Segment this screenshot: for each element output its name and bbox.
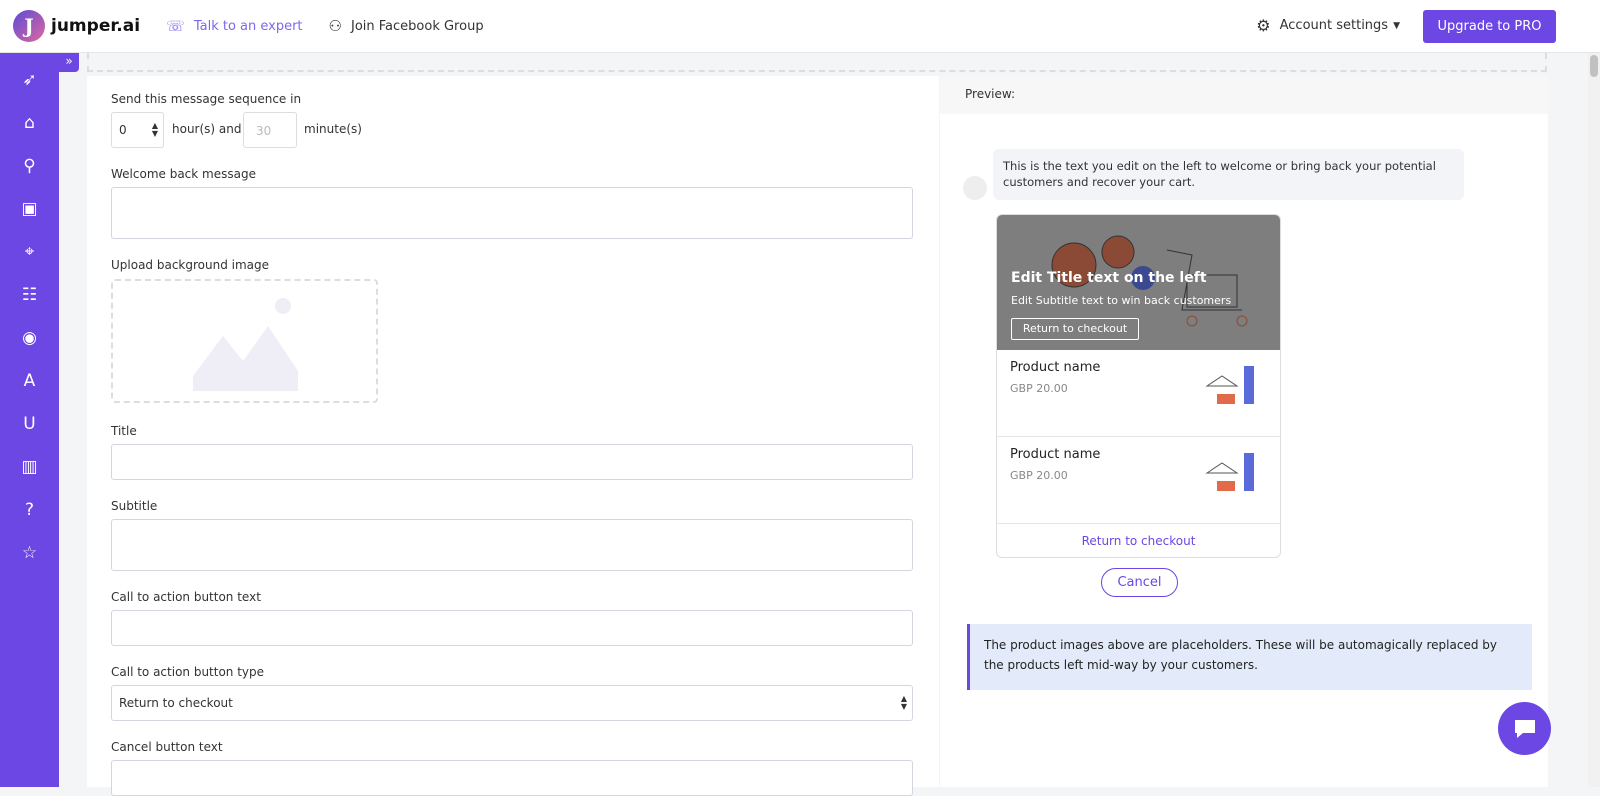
magnet-icon[interactable]: U	[0, 402, 59, 445]
subtitle-label: Subtitle	[111, 499, 158, 513]
account-settings-dropdown[interactable]: ⚙ Account settings ▼	[1256, 16, 1400, 35]
caret-down-icon: ▼	[1393, 20, 1400, 31]
minutes-suffix: minute(s)	[304, 122, 362, 136]
form-panel: Send this message sequence in 0 ▲ ▼ hour(s…	[87, 76, 939, 796]
chart-icon[interactable]: ▥	[0, 445, 59, 488]
top-bar: J jumper.ai ☏ Talk to an expert ⚇ Join Fac…	[0, 0, 1600, 53]
image-placeholder-icon	[193, 298, 298, 391]
welcome-message-input[interactable]	[111, 187, 913, 239]
star-icon[interactable]: ☆	[0, 531, 59, 574]
help-icon[interactable]: ?	[0, 488, 59, 531]
upload-image-dropzone[interactable]	[111, 279, 378, 403]
group-icon: ⚇	[328, 17, 342, 35]
preview-panel: Preview: This is the text you edit on th…	[940, 76, 1548, 787]
join-facebook-link[interactable]: ⚇ Join Facebook Group	[329, 17, 484, 35]
placeholder-note: The product images above are placeholder…	[967, 624, 1532, 690]
send-label: Send this message sequence in	[111, 92, 302, 106]
box-icon[interactable]: ▣	[0, 187, 59, 230]
logo[interactable]: J jumper.ai	[13, 10, 140, 42]
subtitle-input[interactable]	[111, 519, 913, 571]
upgrade-button[interactable]: Upgrade to PRO	[1423, 10, 1556, 43]
product-item: Product name GBP 20.00	[997, 437, 1280, 524]
hero-banner: Edit Title text on the left Edit Subtitl…	[997, 215, 1280, 350]
user-icon[interactable]: ◉	[0, 316, 59, 359]
clipboard-icon[interactable]: ☷	[0, 273, 59, 316]
rocket-icon[interactable]: ➶	[0, 58, 59, 101]
bot-avatar	[963, 176, 987, 200]
hours-value: 0	[119, 123, 127, 137]
phone-icon: ☏	[166, 17, 185, 35]
brand-name: jumper.ai	[51, 16, 141, 36]
talk-expert-link[interactable]: ☏ Talk to an expert	[166, 17, 302, 35]
chat-icon	[1514, 719, 1535, 738]
cta-text-label: Call to action button text	[111, 590, 261, 604]
title-label: Title	[111, 424, 137, 438]
hero-return-button[interactable]: Return to checkout	[1011, 318, 1139, 340]
store-icon[interactable]: ⌂	[0, 101, 59, 144]
preview-card: Edit Title text on the left Edit Subtitl…	[996, 214, 1281, 558]
logo-icon: J	[13, 10, 45, 42]
talk-expert-label: Talk to an expert	[193, 18, 303, 34]
select-arrows-icon: ▲ ▼	[900, 694, 907, 711]
product-image-icon	[1205, 453, 1254, 491]
minutes-input[interactable]: 30	[243, 112, 297, 148]
welcome-label: Welcome back message	[111, 167, 256, 181]
preview-message-bubble: This is the text you edit on the left to…	[993, 149, 1464, 200]
chat-launcher-button[interactable]	[1498, 702, 1551, 755]
tag-icon[interactable]: ⌖	[0, 230, 59, 273]
product-image-icon	[1205, 366, 1254, 404]
cta-type-value: Return to checkout	[119, 696, 233, 710]
stepper-arrows-icon: ▲ ▼	[151, 121, 158, 138]
join-facebook-label: Join Facebook Group	[351, 18, 484, 34]
gear-icon: ⚙	[1256, 16, 1271, 35]
footer-return-link[interactable]: Return to checkout	[997, 524, 1280, 557]
hours-stepper[interactable]: 0 ▲ ▼	[111, 112, 164, 148]
sidebar: ➶ ⌂ ⚲ ▣ ⌖ ☷ ◉ A U ▥ ? ☆	[0, 53, 59, 787]
translate-icon[interactable]: A	[0, 359, 59, 402]
cta-text-input[interactable]	[111, 610, 913, 646]
cta-type-label: Call to action button type	[111, 665, 265, 679]
scrollbar[interactable]	[1588, 53, 1600, 787]
dashed-dropzone	[87, 53, 1547, 72]
cancel-text-input[interactable]	[111, 760, 913, 796]
title-input[interactable]	[111, 444, 913, 480]
upload-label: Upload background image	[111, 258, 270, 272]
plug-icon[interactable]: ⚲	[0, 144, 59, 187]
hero-subtitle: Edit Subtitle text to win back customers	[1011, 294, 1232, 307]
hero-title: Edit Title text on the left	[1011, 270, 1207, 286]
cancel-button[interactable]: Cancel	[1101, 568, 1178, 597]
sidebar-expand-button[interactable]: »	[59, 53, 79, 72]
account-settings-label: Account settings	[1279, 18, 1389, 33]
product-item: Product name GBP 20.00	[997, 350, 1280, 437]
preview-header: Preview:	[940, 76, 1548, 114]
cancel-text-label: Cancel button text	[111, 740, 223, 754]
cta-type-select[interactable]: Return to checkout ▲ ▼	[111, 685, 913, 721]
hours-suffix: hour(s) and	[172, 122, 242, 136]
